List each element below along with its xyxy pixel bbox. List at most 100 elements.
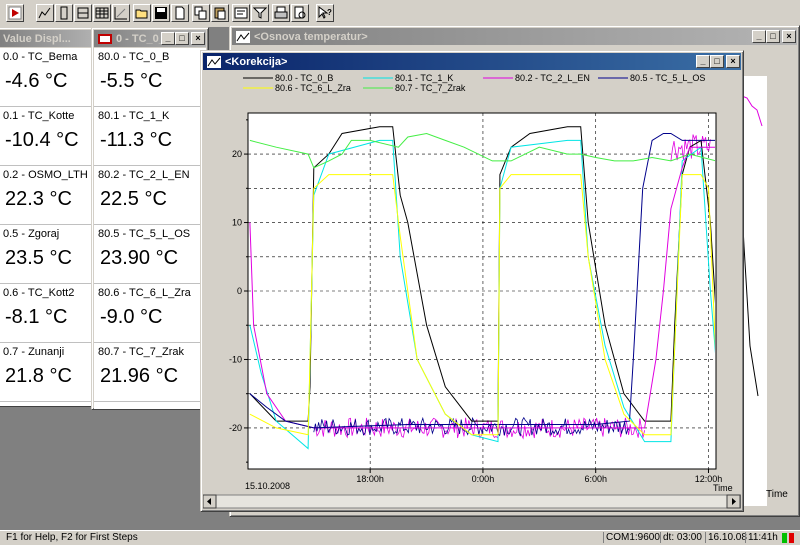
minimize-button[interactable]: _ [696, 55, 710, 68]
close-button[interactable]: × [782, 30, 796, 43]
filter-button[interactable] [251, 4, 269, 22]
korekcija-chart: 80.0 - TC_0_B 80.1 - TC_1_K 80.2 - TC_2_L_… [203, 71, 741, 509]
value-item-label: 0.2 - OSMO_LTH [3, 169, 88, 181]
status-bar: F1 for Help, F2 for First Steps COM1:960… [0, 530, 800, 545]
value-window-icon [98, 33, 112, 44]
value-item-label: 80.1 - TC_1_K [98, 110, 170, 122]
new-button[interactable] [171, 4, 189, 22]
status-com-port: COM1:9600 [603, 532, 660, 543]
value-item[interactable]: 0.1 - TC_Kotte -10.4 °C [0, 107, 99, 166]
osnova-time-label: Time [766, 489, 788, 500]
osnova-titlebar[interactable]: <Osnova temperatur> [232, 28, 797, 45]
table-button[interactable] [93, 4, 111, 22]
value-item[interactable]: 80.0 - TC_0_B -5.5 °C [94, 48, 206, 107]
maximize-button[interactable]: □ [710, 55, 724, 68]
status-indicator-red [789, 533, 794, 543]
print-preview-icon [294, 6, 306, 19]
value-item[interactable]: 0.7 - Zunanji 21.8 °C [0, 343, 99, 402]
value-item-label: 80.5 - TC_5_L_OS [98, 228, 191, 240]
paste-icon [214, 7, 226, 20]
value-item-reading: -9.0 °C [100, 306, 163, 328]
value-display-title: Value Displ... [3, 32, 71, 45]
page-icon [175, 6, 185, 20]
legend-entry: 80.2 - TC_2_L_EN [515, 73, 590, 83]
xy-chart-icon [114, 7, 127, 20]
status-help-text: F1 for Help, F2 for First Steps [6, 532, 138, 543]
value-item-label: 80.2 - TC_2_L_EN [98, 169, 190, 181]
horizontal-scrollbar[interactable] [203, 494, 741, 509]
korekcija-titlebar[interactable]: <Korekcija> [203, 53, 741, 70]
value-icon [77, 7, 89, 19]
maximize-button[interactable]: □ [766, 30, 780, 43]
value-item-label: 0.6 - TC_Kott2 [3, 287, 75, 299]
y-tick-label: 0 [237, 286, 242, 296]
main-toolbar: ? [0, 0, 800, 28]
value-item[interactable]: 0.0 - TC_Bema -4.6 °C [0, 48, 99, 107]
korekcija-title: <Korekcija> [225, 55, 288, 68]
status-time: 11:41h [745, 532, 778, 543]
value-item[interactable]: 0.5 - Zgoraj 23.5 °C [0, 225, 99, 284]
korekcija-window-controls: _ □ × [696, 55, 740, 68]
value-item-label: 80.7 - TC_7_Zrak [98, 346, 185, 358]
save-icon [155, 7, 167, 19]
status-indicator-green [782, 533, 787, 543]
chart-window-icon [207, 55, 221, 68]
x-tick-label: 18:00h [356, 474, 384, 484]
open-button[interactable] [133, 4, 151, 22]
settings-icon [234, 7, 248, 19]
close-button[interactable]: × [191, 32, 205, 45]
value-item-reading: 23.5 °C [5, 247, 72, 269]
help-button[interactable]: ? [316, 4, 334, 22]
tc-panel: 80.0 - TC_0_B -5.5 °C 80.1 - TC_1_K -11.3 °… [94, 48, 206, 409]
close-button[interactable]: × [726, 55, 740, 68]
help-cursor-icon: ? [318, 6, 332, 19]
meter-button[interactable] [55, 4, 73, 22]
value-item-reading: 23.90 °C [100, 247, 179, 269]
korekcija-window: <Korekcija> _ □ × 80.0 - TC_0_B 80.1 - TC… [200, 50, 744, 512]
tc-window: 0 - TC_0_B _ □ × 80.0 - TC_0_B -5.5 °C 80.… [91, 27, 209, 410]
save-button[interactable] [152, 4, 170, 22]
legend-entry: 80.1 - TC_1_K [395, 73, 453, 83]
print-button[interactable] [272, 4, 290, 22]
value-item-label: 80.0 - TC_0_B [98, 51, 170, 63]
minimize-button[interactable]: _ [752, 30, 766, 43]
minimize-button[interactable]: _ [161, 32, 175, 45]
settings-button[interactable] [232, 4, 250, 22]
legend-entry: 80.7 - TC_7_Zrak [395, 83, 466, 93]
xy-chart-button[interactable] [112, 4, 130, 22]
osnova-title: <Osnova temperatur> [254, 30, 368, 43]
value-item-reading: 22.3 °C [5, 188, 72, 210]
value-item-label: 0.1 - TC_Kotte [3, 110, 75, 122]
value-item[interactable]: 80.6 - TC_6_L_Zra -9.0 °C [94, 284, 206, 343]
value-item[interactable]: 0.2 - OSMO_LTH 22.3 °C [0, 166, 99, 225]
value-display-panel: 0.0 - TC_Bema -4.6 °C 0.1 - TC_Kotte -10.4 … [0, 48, 99, 406]
record-start-button[interactable] [6, 4, 24, 22]
meter-icon [60, 6, 68, 20]
value-item-reading: -5.5 °C [100, 70, 163, 92]
value-display-window: Value Displ... 0.0 - TC_Bema -4.6 °C 0.1 -… [0, 27, 102, 407]
value-display-titlebar[interactable]: Value Displ... [0, 30, 99, 47]
value-item[interactable]: 80.1 - TC_1_K -11.3 °C [94, 107, 206, 166]
copy-icon [194, 6, 207, 20]
legend-entry: 80.0 - TC_0_B [275, 73, 333, 83]
chart-button[interactable] [36, 4, 54, 22]
print-preview-button[interactable] [291, 4, 309, 22]
status-dt: dt: 03:00 [660, 532, 702, 543]
value-item-reading: -8.1 °C [5, 306, 68, 328]
status-date: 16.10.08 [705, 532, 747, 543]
value-display-button[interactable] [74, 4, 92, 22]
maximize-button[interactable]: □ [175, 32, 189, 45]
value-item[interactable]: 0.6 - TC_Kott2 -8.1 °C [0, 284, 99, 343]
value-item-label: 0.5 - Zgoraj [3, 228, 60, 240]
tc-window-controls: _ □ × [161, 32, 205, 45]
filter-icon [253, 7, 267, 19]
value-item[interactable]: 80.5 - TC_5_L_OS 23.90 °C [94, 225, 206, 284]
value-item-reading: -4.6 °C [5, 70, 68, 92]
value-item[interactable]: 80.7 - TC_7_Zrak 21.96 °C [94, 343, 206, 402]
value-item-label: 0.7 - Zunanji [3, 346, 65, 358]
copy-button[interactable] [192, 4, 210, 22]
paste-button[interactable] [211, 4, 229, 22]
value-item-label: 80.6 - TC_6_L_Zra [98, 287, 191, 299]
start-date-label: 15.10.2008 [245, 481, 290, 491]
value-item[interactable]: 80.2 - TC_2_L_EN 22.5 °C [94, 166, 206, 225]
